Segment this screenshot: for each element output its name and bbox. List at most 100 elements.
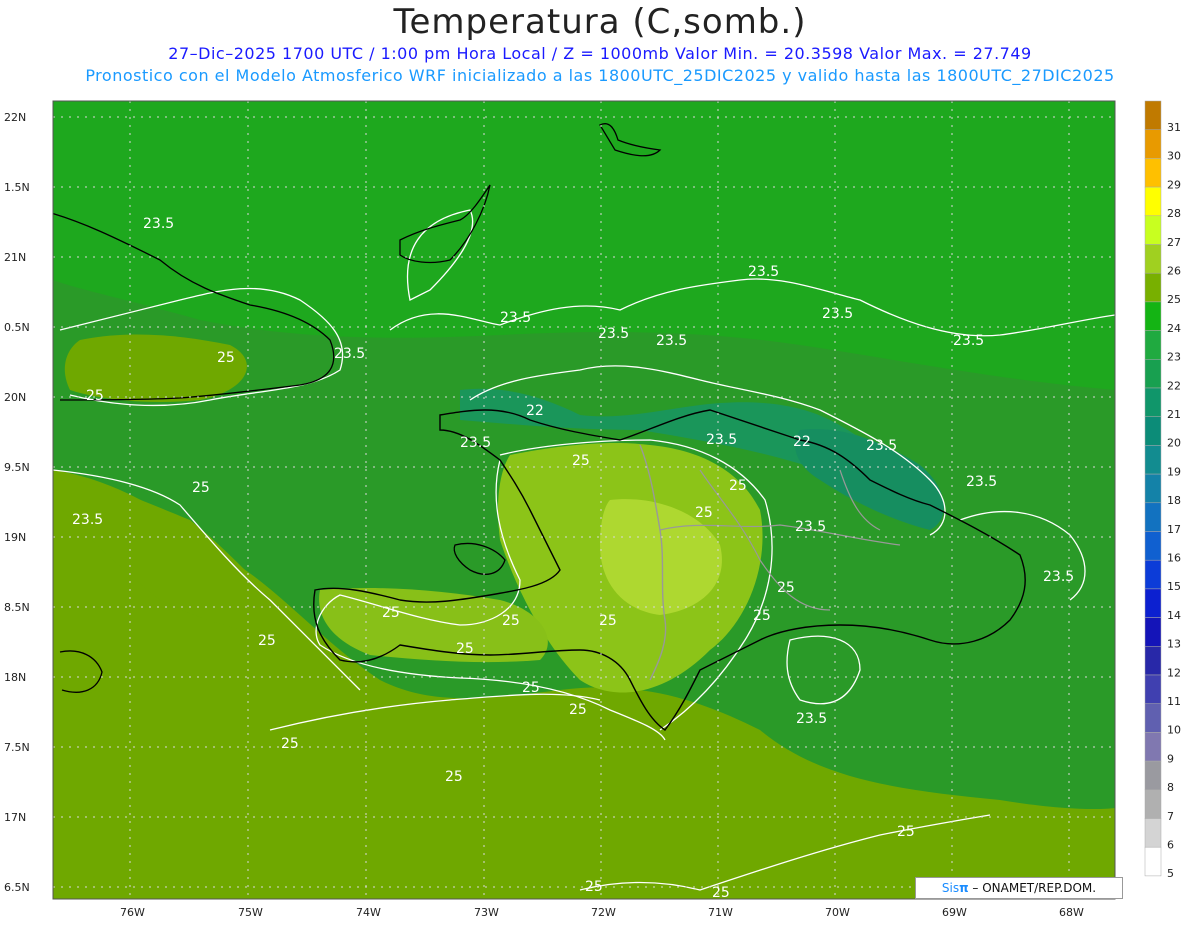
label-235: 23.5 xyxy=(598,326,629,342)
label-25: 25 xyxy=(753,608,771,624)
colorbar-swatch xyxy=(1144,272,1162,303)
lat-label: 6.5N xyxy=(4,881,30,894)
colorbar-swatch xyxy=(1144,330,1162,360)
label-25: 25 xyxy=(456,641,474,657)
colorbar-label: 24 xyxy=(1167,322,1181,335)
colorbar-label: 12 xyxy=(1167,666,1181,679)
label-25: 25 xyxy=(729,478,747,494)
colorbar-label: 11 xyxy=(1167,695,1181,708)
temperature-map: 23.5 23.5 23.5 23.5 23.5 23.5 23.5 23.5 … xyxy=(4,100,1181,919)
lon-label: 75W xyxy=(238,906,263,919)
colorbar-swatch xyxy=(1144,100,1162,130)
label-25: 25 xyxy=(569,702,587,718)
label-25: 25 xyxy=(572,453,590,469)
colorbar-swatch xyxy=(1144,359,1162,389)
lat-label: 8.5N xyxy=(4,601,30,614)
colorbar-swatch xyxy=(1144,846,1162,877)
lon-label: 74W xyxy=(356,906,381,919)
label-25: 25 xyxy=(502,613,520,629)
label-25: 25 xyxy=(445,769,463,785)
credit-box: Sisπ – ONAMET/REP.DOM. xyxy=(915,877,1123,899)
lat-label: 0.5N xyxy=(4,321,30,334)
colorbar-label: 17 xyxy=(1167,523,1181,536)
colorbar-label: 30 xyxy=(1167,150,1181,163)
credit-text: – ONAMET/REP.DOM. xyxy=(968,881,1097,895)
lon-label: 68W xyxy=(1059,906,1084,919)
colorbar-label: 19 xyxy=(1167,465,1181,478)
colorbar-swatch xyxy=(1144,760,1162,791)
label-235: 23.5 xyxy=(72,512,103,528)
pi-logo-icon: π xyxy=(959,881,969,895)
colorbar-swatch xyxy=(1144,473,1162,504)
lon-label: 76W xyxy=(120,906,145,919)
colorbar-swatch xyxy=(1144,301,1162,331)
colorbar-swatch xyxy=(1144,646,1162,676)
lon-label: 70W xyxy=(825,906,850,919)
latitude-axis: 22N 1.5N 21N 0.5N 20N 9.5N 19N 8.5N 18N … xyxy=(4,111,30,894)
colorbar-swatch xyxy=(1144,129,1162,159)
label-235: 23.5 xyxy=(822,306,853,322)
colorbar-label: 16 xyxy=(1167,552,1181,565)
brand-label: Sis xyxy=(941,881,960,895)
label-25: 25 xyxy=(281,736,299,752)
colorbar-label: 21 xyxy=(1167,408,1181,421)
label-235: 23.5 xyxy=(748,264,779,280)
colorbar-label: 26 xyxy=(1167,265,1181,278)
colorbar-label: 18 xyxy=(1167,494,1181,507)
colorbar-swatch xyxy=(1144,732,1162,762)
label-25: 25 xyxy=(192,480,210,496)
colorbar-swatch xyxy=(1144,703,1162,733)
label-235: 23.5 xyxy=(966,474,997,490)
colorbar-label: 7 xyxy=(1167,810,1174,823)
colorbar: 31 30 29 28 27 26 25 24 23 22 21 20 19 18 17 16 15 14 13 12… xyxy=(1144,100,1181,880)
colorbar-label: 29 xyxy=(1167,178,1181,191)
colorbar-swatch xyxy=(1144,588,1162,618)
label-235: 23.5 xyxy=(866,438,897,454)
colorbar-swatch xyxy=(1144,186,1162,217)
colorbar-swatch xyxy=(1144,387,1162,417)
colorbar-label: 28 xyxy=(1167,207,1181,220)
label-25: 25 xyxy=(86,388,104,404)
lat-label: 20N xyxy=(4,391,26,404)
lat-label: 9.5N xyxy=(4,461,30,474)
label-22: 22 xyxy=(526,403,544,419)
colorbar-swatch xyxy=(1144,215,1162,245)
label-25: 25 xyxy=(599,613,617,629)
colorbar-swatch xyxy=(1144,789,1162,819)
colorbar-swatch xyxy=(1144,559,1162,590)
label-235: 23.5 xyxy=(460,435,491,451)
colorbar-swatch xyxy=(1144,674,1162,704)
label-25: 25 xyxy=(695,505,713,521)
colorbar-swatch xyxy=(1144,531,1162,561)
label-235: 23.5 xyxy=(796,711,827,727)
lon-label: 69W xyxy=(942,906,967,919)
lat-label: 21N xyxy=(4,251,26,264)
lat-label: 19N xyxy=(4,531,26,544)
label-25: 25 xyxy=(522,680,540,696)
colorbar-label: 20 xyxy=(1167,437,1181,450)
colorbar-label: 25 xyxy=(1167,293,1181,306)
lon-label: 72W xyxy=(591,906,616,919)
colorbar-label: 15 xyxy=(1167,580,1181,593)
colorbar-swatch xyxy=(1144,617,1162,647)
label-25: 25 xyxy=(382,605,400,621)
label-235: 23.5 xyxy=(500,310,531,326)
lat-label: 18N xyxy=(4,671,26,684)
lat-label: 22N xyxy=(4,111,26,124)
label-235: 23.5 xyxy=(334,346,365,362)
colorbar-label: 8 xyxy=(1167,781,1174,794)
colorbar-swatch xyxy=(1144,244,1162,274)
label-235: 23.5 xyxy=(1043,569,1074,585)
colorbar-swatch xyxy=(1144,445,1162,475)
label-25: 25 xyxy=(217,350,235,366)
label-235: 23.5 xyxy=(656,333,687,349)
label-25: 25 xyxy=(897,824,915,840)
longitude-axis: 76W 75W 74W 73W 72W 71W 70W 69W 68W xyxy=(120,906,1084,919)
label-25: 25 xyxy=(777,580,795,596)
lat-label: 17N xyxy=(4,811,26,824)
lat-label: 1.5N xyxy=(4,181,30,194)
colorbar-label: 5 xyxy=(1167,867,1174,880)
colorbar-label: 6 xyxy=(1167,839,1174,852)
label-22: 22 xyxy=(793,434,811,450)
lat-label: 7.5N xyxy=(4,741,30,754)
